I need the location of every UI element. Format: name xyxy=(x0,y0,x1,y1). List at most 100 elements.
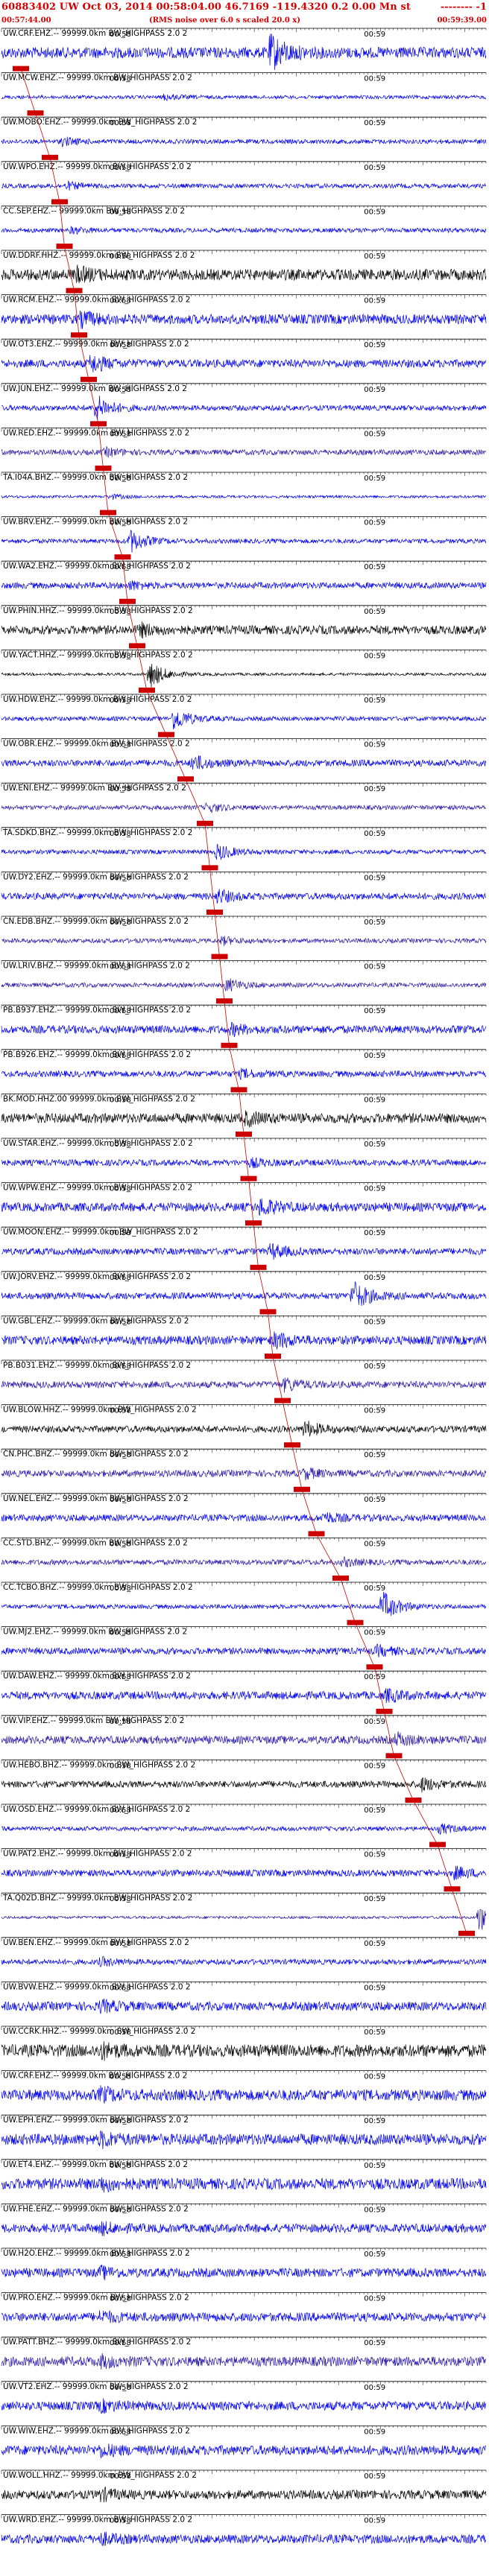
time-tick-label: 00:59 xyxy=(364,341,385,349)
waveform-trace xyxy=(1,1467,487,1481)
trace-label: CN.EDB.BHZ.-- 99999.0km BW_HIGHPASS 2.0 … xyxy=(3,917,189,926)
trace-label: UW.BLOW.HHZ.-- 99999.0km BW_HIGHPASS 2.0… xyxy=(3,1406,197,1415)
trace-label: PB.B937.EHZ.-- 99999.0km BW_HIGHPASS 2.0… xyxy=(3,1006,191,1015)
trace-label: UW.CRF.EHZ.-- 99999.0km BW_HIGHPASS 2.0 … xyxy=(3,29,187,38)
trace-label: TA.SDKD.BHZ.-- 99999.0km BW_HIGHPASS 2.0… xyxy=(2,828,192,837)
waveform-trace xyxy=(1,136,487,147)
time-tick-label: 00:59 xyxy=(364,1185,385,1193)
time-tick-label: 00:59 xyxy=(364,1229,385,1237)
waveform-trace xyxy=(1,978,487,992)
trace-label: UW.RED.EHZ.-- 99999.0km BW_HIGHPASS 2.0 … xyxy=(3,428,189,437)
waveform-trace xyxy=(1,396,487,420)
waveform-trace xyxy=(1,663,487,688)
time-tick-label: 00:59 xyxy=(364,297,385,305)
time-tick-label: 00:59 xyxy=(364,830,385,838)
trace-label: UW.YACT.HHZ.-- 99999.0km BW_HIGHPASS 2.0… xyxy=(3,650,193,659)
time-tick-label: 00:59 xyxy=(364,1496,385,1504)
waveform-trace xyxy=(1,264,487,284)
time-tick-label: 00:59 xyxy=(364,1096,385,1104)
trace-label: UW.DAW.EHZ.-- 99999.0km BW_HIGHPASS 2.0 … xyxy=(3,1672,191,1681)
trace-label: UW.RCM.EHZ.-- 99999.0km BW_HIGHPASS 2.0 … xyxy=(3,296,190,305)
waveform-trace xyxy=(1,1777,487,1793)
seismogram-plot: 00:58 00:59UW.CRF.EHZ.-- 99999.0km BW_HIG… xyxy=(1,28,487,2546)
waveform-trace xyxy=(1,1688,487,1704)
time-tick-label: 00:59 xyxy=(364,208,385,216)
waveform-trace xyxy=(1,310,487,329)
time-tick-label: 00:59 xyxy=(364,1451,385,1459)
waveform-trace xyxy=(1,1331,487,1350)
time-tick-label: 00:59 xyxy=(364,253,385,261)
waveform-trace xyxy=(1,936,487,946)
time-tick-label: 00:59 xyxy=(364,652,385,660)
waveform-trace xyxy=(1,712,487,730)
time-tick-label: 00:59 xyxy=(364,1629,385,1637)
trace-label: BK.MOD.HHZ.00 99999.0km BW_HIGHPASS 2.0 … xyxy=(3,1094,195,1103)
time-tick-label: 00:59 xyxy=(364,519,385,527)
time-tick-label: 00:59 xyxy=(364,741,385,749)
trace-label: UW.MOBO.EHZ.-- 99999.0km BW_HIGHPASS 2.0… xyxy=(3,118,197,127)
time-tick-label: 00:59 xyxy=(364,785,385,793)
waveform-trace xyxy=(1,1643,487,1657)
trace-label: TA.I04A.BHZ.-- 99999.0km BW_HIGHPASS 2.0… xyxy=(2,473,188,482)
waveform-trace xyxy=(1,1110,487,1128)
trace-label: UW.MCW.EHZ.-- 99999.0km BW_HIGHPASS 2.0 … xyxy=(3,74,192,83)
time-tick-label: 00:59 xyxy=(364,1762,385,1770)
waveform-trace xyxy=(1,445,487,458)
trace-label: UW.VIP.EHZ.-- 99999.0km BW_HIGHPASS 2.0 … xyxy=(3,1716,184,1725)
trace-label: UW.MJ2.EHZ.-- 99999.0km BW_HIGHPASS 2.0 … xyxy=(3,1628,187,1637)
trace-label: PB.B926.EHZ.-- 99999.0km BW_HIGHPASS 2.0… xyxy=(3,1050,191,1059)
time-tick-label: 00:59 xyxy=(364,119,385,127)
time-tick-label: 00:59 xyxy=(364,1673,385,1681)
trace-label: UW.OT3.EHZ.-- 99999.0km BW_HIGHPASS 2.0 … xyxy=(3,340,189,349)
time-tick-label: 00:59 xyxy=(364,1318,385,1326)
trace-label: UW.WPO.EHZ.-- 99999.0km BW_HIGHPASS 2.0 … xyxy=(3,162,192,171)
trace-label: CC.TCBO.BHZ.-- 99999.0km BW_HIGHPASS 2.0… xyxy=(3,1583,193,1592)
time-tick-label: 00:59 xyxy=(364,608,385,616)
trace-label: UW.PHIN.HHZ.-- 99999.0km BW_HIGHPASS 2.0… xyxy=(3,606,193,615)
time-tick-label: 00:59 xyxy=(364,1584,385,1593)
trace-label: UW.HDW.EHZ.-- 99999.0km BW_HIGHPASS 2.0 … xyxy=(3,695,192,704)
waveform-trace xyxy=(1,1198,487,1216)
waveform-trace xyxy=(1,889,487,904)
waveform-trace xyxy=(1,1511,487,1523)
trace-label: UW.MOON.EHZ.-- 99999.0km BW_HIGHPASS 2.0… xyxy=(3,1228,198,1237)
trace-label: CN.PHC.BHZ.-- 99999.0km BW_HIGHPASS 2.0 … xyxy=(3,1450,189,1459)
time-tick-label: 00:59 xyxy=(364,563,385,571)
time-tick-label: 00:59 xyxy=(364,874,385,882)
phase-pick-marker xyxy=(13,66,29,72)
waveform-trace xyxy=(1,802,487,813)
waveform-trace xyxy=(1,493,487,500)
trace-label: UW.WPW.EHZ.-- 99999.0km BW_HIGHPASS 2.0 … xyxy=(3,1184,192,1193)
waveform-trace xyxy=(1,1243,487,1260)
waveform-trace xyxy=(1,1281,487,1307)
trace-label: UW.DY2.EHZ.-- 99999.0km BW_HIGHPASS 2.0 … xyxy=(3,872,189,881)
trace-label: UW.STAR.EHZ.-- 99999.0km BW_HIGHPASS 2.0… xyxy=(3,1139,193,1148)
time-tick-label: 00:59 xyxy=(364,1141,385,1149)
waveform-trace xyxy=(1,1421,487,1437)
waveform-trace xyxy=(1,1022,487,1038)
time-tick-label: 00:59 xyxy=(364,164,385,172)
time-tick-label: 00:59 xyxy=(364,963,385,971)
trace-label: UW.NEL.EHZ.-- 99999.0km BW_HIGHPASS 2.0 … xyxy=(3,1494,189,1503)
time-tick-label: 00:59 xyxy=(364,1407,385,1415)
time-tick-label: 00:59 xyxy=(364,430,385,438)
waveform-trace xyxy=(1,226,487,235)
trace-label: UW.ENI.EHZ.-- 99999.0km BW_HIGHPASS 2.0 … xyxy=(3,784,186,793)
waveform-trace xyxy=(1,580,487,591)
waveform-trace xyxy=(1,180,487,191)
trace-label: UW.LRIV.BHZ.-- 99999.0km BW_HIGHPASS 2.0… xyxy=(3,962,190,971)
time-tick-label: 00:59 xyxy=(364,1052,385,1060)
trace-label: UW.OBR.EHZ.-- 99999.0km BW_HIGHPASS 2.0 … xyxy=(3,740,190,749)
waveform-trace xyxy=(1,530,487,553)
trace-label: UW.DDRF.HHZ.-- 99999.0km BW_HIGHPASS 2.0… xyxy=(3,251,195,260)
time-tick-label: 00:59 xyxy=(364,1362,385,1371)
trace-label: UW.JUN.EHZ.-- 99999.0km BW_HIGHPASS 2.0 … xyxy=(3,384,187,393)
time-tick-label: 00:59 xyxy=(364,919,385,927)
time-tick-label: 00:59 xyxy=(364,1718,385,1726)
time-tick-label: 00:59 xyxy=(364,31,385,39)
waveform-trace xyxy=(1,1067,487,1081)
waveform-trace xyxy=(1,1377,487,1393)
waveform-trace xyxy=(1,755,487,770)
trace-label: UW.HEBO.BHZ.-- 99999.0km BW_HIGHPASS 2.0… xyxy=(3,1760,195,1769)
waveform-trace xyxy=(1,1591,487,1617)
